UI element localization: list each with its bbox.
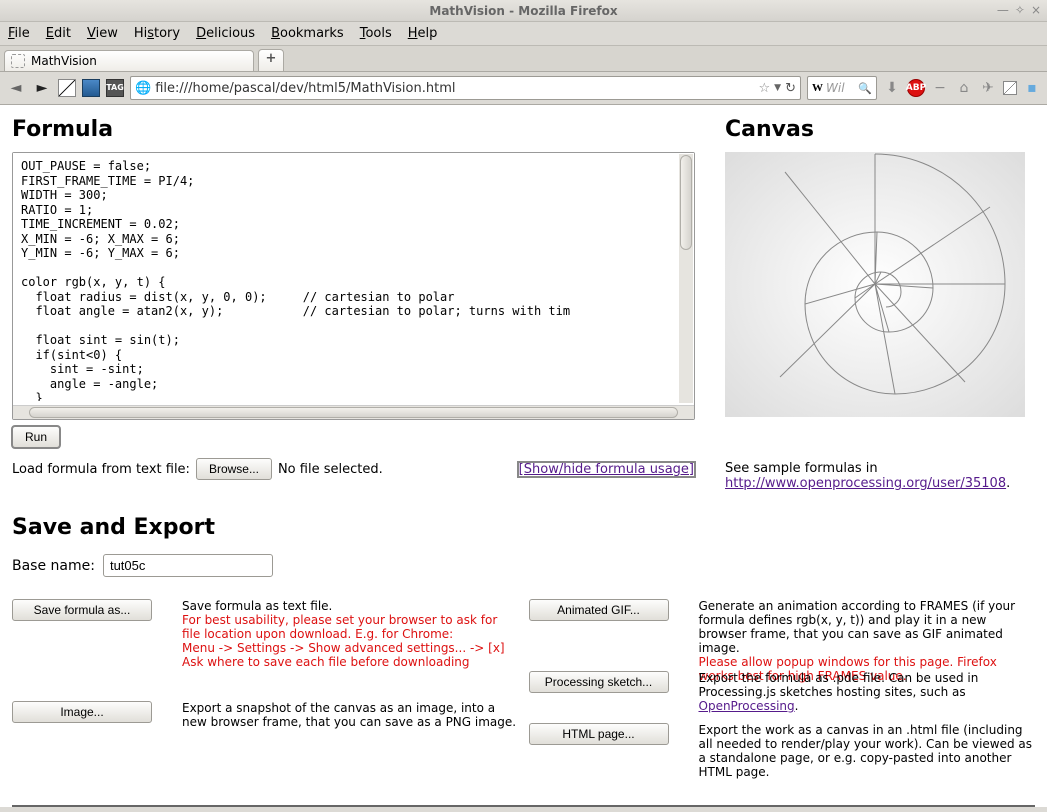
menu-view[interactable]: View	[87, 26, 118, 41]
adblock-icon[interactable]: ABP	[907, 79, 925, 97]
formula-heading: Formula	[12, 117, 695, 142]
run-button[interactable]: Run	[12, 426, 60, 448]
window-title: MathVision - Mozilla Firefox	[429, 4, 617, 18]
close-icon[interactable]: ×	[1031, 3, 1041, 17]
globe-icon: 🌐	[135, 81, 151, 96]
code-container	[12, 152, 695, 420]
save-export-heading: Save and Export	[12, 515, 1035, 540]
search-icon[interactable]: 🔍	[858, 82, 872, 95]
formula-textarea[interactable]	[13, 153, 694, 401]
home-icon[interactable]: ⌂	[955, 80, 973, 96]
canvas-heading: Canvas	[725, 117, 1035, 142]
bookmark-tag-icon[interactable]: TAG	[106, 79, 124, 97]
back-button[interactable]: ◄	[6, 78, 26, 98]
show-hide-usage-link[interactable]: [Show/hide formula usage]	[518, 462, 695, 477]
gif-desc1: Generate an animation according to FRAME…	[699, 599, 1016, 655]
code-vertical-scrollbar[interactable]	[679, 154, 693, 403]
download-icon[interactable]: ⬇	[883, 80, 901, 96]
save-formula-desc2: For best usability, please set your brow…	[182, 613, 497, 641]
search-engine-icon: W	[812, 82, 823, 94]
browse-button[interactable]: Browse...	[196, 458, 272, 480]
see-sample-label: See sample formulas in	[725, 461, 878, 476]
code-horizontal-scrollbar[interactable]	[13, 405, 694, 419]
search-bar[interactable]: W Wil 🔍	[807, 76, 877, 100]
menu-history[interactable]: History	[134, 26, 180, 41]
menu-file[interactable]: File	[8, 26, 30, 41]
minimize-icon[interactable]: —	[997, 3, 1009, 17]
base-name-input[interactable]	[103, 554, 273, 577]
search-placeholder: Wil	[826, 81, 855, 95]
menu-help[interactable]: Help	[408, 26, 438, 41]
menu-bookmarks[interactable]: Bookmarks	[271, 26, 344, 41]
image-desc: Export a snapshot of the canvas as an im…	[182, 701, 519, 729]
tab-mathvision[interactable]: MathVision	[4, 50, 254, 71]
favicon-icon	[11, 54, 25, 68]
extension-icon[interactable]: ▪	[1023, 80, 1041, 96]
sketch-desc: Export the formula as .pde file. Can be …	[699, 671, 979, 699]
delicious-small-icon[interactable]	[1003, 81, 1017, 95]
bookmark-star-icon[interactable]: ☆	[759, 81, 771, 96]
openprocessing-link[interactable]: OpenProcessing	[699, 699, 795, 713]
image-button[interactable]: Image...	[12, 701, 152, 723]
navbar: ◄ ► TAG 🌐 file:///home/pascal/dev/html5/…	[0, 72, 1047, 105]
bookmark-delicious-icon[interactable]	[58, 79, 76, 97]
url-dropdown-icon[interactable]: ▼	[774, 83, 781, 93]
zoom-out-icon[interactable]: −	[931, 80, 949, 96]
base-name-label: Base name:	[12, 558, 95, 574]
window-titlebar: MathVision - Mozilla Firefox — ✧ ×	[0, 0, 1047, 22]
send-icon[interactable]: ✈	[979, 80, 997, 96]
load-from-file-label: Load formula from text file:	[12, 462, 190, 477]
canvas-output	[725, 152, 1025, 417]
url-bar[interactable]: 🌐 file:///home/pascal/dev/html5/MathVisi…	[130, 76, 801, 100]
processing-sketch-button[interactable]: Processing sketch...	[529, 671, 669, 693]
bookmark-app-icon[interactable]	[82, 79, 100, 97]
menu-tools[interactable]: Tools	[360, 26, 392, 41]
html-page-button[interactable]: HTML page...	[529, 723, 669, 745]
spiral-icon	[725, 152, 1025, 417]
maximize-icon[interactable]: ✧	[1015, 3, 1025, 17]
page-content: Formula Run Load formula from text file:…	[0, 105, 1047, 807]
save-formula-desc3: Menu -> Settings -> Show advanced settin…	[182, 641, 505, 669]
new-tab-button[interactable]: +	[258, 49, 284, 71]
save-formula-button[interactable]: Save formula as...	[12, 599, 152, 621]
menu-delicious[interactable]: Delicious	[196, 26, 255, 41]
forward-button[interactable]: ►	[32, 78, 52, 98]
url-text: file:///home/pascal/dev/html5/MathVision…	[155, 81, 754, 96]
reload-icon[interactable]: ↻	[785, 81, 796, 96]
menu-edit[interactable]: Edit	[46, 26, 71, 41]
menubar: File Edit View History Delicious Bookmar…	[0, 22, 1047, 46]
sample-url-link[interactable]: http://www.openprocessing.org/user/35108	[725, 476, 1006, 491]
save-formula-desc1: Save formula as text file.	[182, 599, 332, 613]
no-file-label: No file selected.	[278, 462, 383, 477]
html-desc: Export the work as a canvas in an .html …	[699, 723, 1036, 779]
tab-label: MathVision	[31, 54, 97, 68]
animated-gif-button[interactable]: Animated GIF...	[529, 599, 669, 621]
tabbar: MathVision +	[0, 46, 1047, 72]
